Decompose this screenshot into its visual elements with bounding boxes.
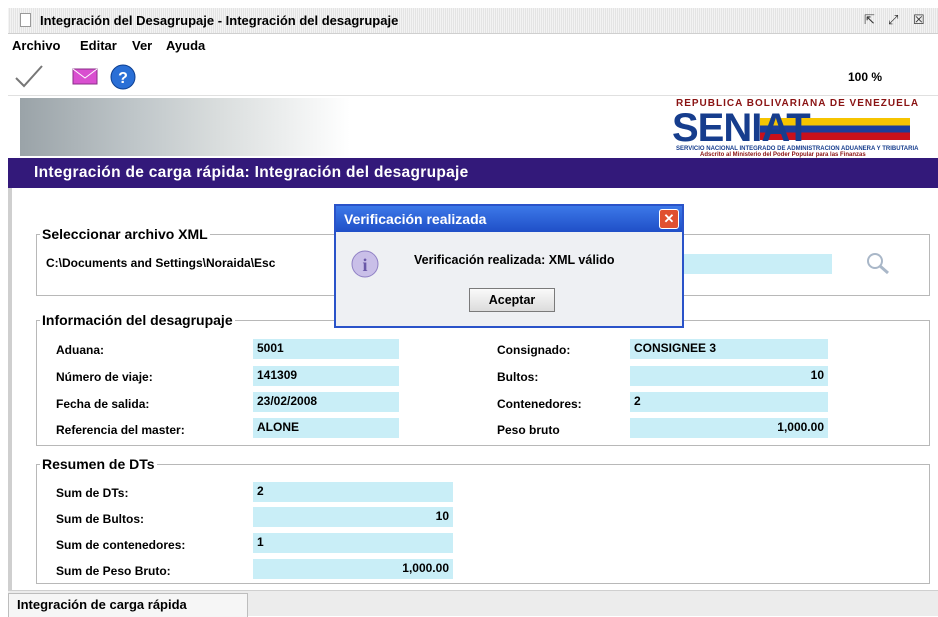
restore-icon[interactable]: ⇱	[864, 12, 875, 28]
seniat-logo: SENIAT	[672, 106, 811, 150]
viaje-field[interactable]: 141309	[253, 366, 399, 386]
ref-label: Referencia del master:	[56, 423, 185, 437]
fecha-label: Fecha de salida:	[56, 397, 150, 411]
window-title: Integración del Desagrupaje - Integració…	[40, 13, 399, 28]
customs-photo	[20, 98, 350, 156]
window-titlebar: Integración del Desagrupaje - Integració…	[8, 8, 938, 34]
sum-cont-field[interactable]: 1	[253, 533, 453, 553]
banner: REPUBLICA BOLIVARIANA DE VENEZUELA SENIA…	[8, 96, 938, 158]
search-icon[interactable]	[864, 250, 892, 279]
maximize-icon[interactable]: ⤢	[888, 12, 898, 28]
close-window-icon[interactable]: ☒	[913, 12, 925, 28]
menu-ayuda[interactable]: Ayuda	[166, 38, 205, 53]
fecha-field[interactable]: 23/02/2008	[253, 392, 399, 412]
xml-path-input[interactable]: C:\Documents and Settings\Noraida\Esc	[42, 254, 332, 274]
help-icon[interactable]: ?	[108, 64, 138, 93]
aceptar-button[interactable]: Aceptar	[469, 288, 555, 312]
sum-peso-field[interactable]: 1,000.00	[253, 559, 453, 579]
consignado-field[interactable]: CONSIGNEE 3	[630, 339, 828, 359]
dialog-close-button[interactable]: ✕	[659, 209, 679, 229]
page-header: Integración de carga rápida: Integración…	[8, 158, 938, 188]
xml-path-input-end[interactable]	[684, 254, 832, 274]
check-icon[interactable]	[14, 64, 44, 91]
status-bar: Integración de carga rápida	[8, 590, 938, 617]
consignado-label: Consignado:	[497, 343, 571, 357]
aduana-label: Aduana:	[56, 343, 104, 357]
aduana-field[interactable]: 5001	[253, 339, 399, 359]
tab-carga-rapida[interactable]: Integración de carga rápida	[8, 593, 248, 617]
contenedores-label: Contenedores:	[497, 397, 582, 411]
xml-path-text: C:\Documents and Settings\Noraida\Esc	[46, 256, 276, 270]
dialog-title: Verificación realizada	[344, 211, 487, 227]
sum-cont-label: Sum de contenedores:	[56, 538, 186, 552]
contenedores-field[interactable]: 2	[630, 392, 828, 412]
document-icon	[20, 13, 31, 27]
peso-label: Peso bruto	[497, 423, 560, 437]
toolbar: ? 100 %	[8, 56, 938, 96]
verification-dialog: Verificación realizada ✕ i Verificación …	[334, 204, 684, 328]
info-legend: Información del desagrupaje	[42, 312, 233, 328]
menu-ver[interactable]: Ver	[132, 38, 152, 53]
bultos-label: Bultos:	[497, 370, 539, 384]
sum-dts-label: Sum de DTs:	[56, 486, 129, 500]
sum-bultos-label: Sum de Bultos:	[56, 512, 145, 526]
left-border	[8, 188, 12, 590]
mail-icon[interactable]	[70, 64, 100, 91]
viaje-label: Número de viaje:	[56, 370, 153, 384]
bultos-field[interactable]: 10	[630, 366, 828, 386]
ref-field[interactable]: ALONE	[253, 418, 399, 438]
svg-text:i: i	[362, 255, 367, 275]
menu-editar[interactable]: Editar	[80, 38, 117, 53]
xml-legend: Seleccionar archivo XML	[42, 226, 208, 242]
sum-dts-field[interactable]: 2	[253, 482, 453, 502]
dialog-message: Verificación realizada: XML válido	[414, 253, 615, 267]
menu-archivo[interactable]: Archivo	[12, 38, 60, 53]
zoom-level: 100 %	[847, 70, 882, 84]
sum-bultos-field[interactable]: 10	[253, 507, 453, 527]
svg-text:?: ?	[118, 70, 128, 87]
info-icon: i	[350, 248, 380, 283]
dialog-titlebar: Verificación realizada	[336, 206, 682, 232]
sum-peso-label: Sum de Peso Bruto:	[56, 564, 171, 578]
menu-bar: Archivo Editar Ver Ayuda	[8, 34, 938, 56]
resumen-legend: Resumen de DTs	[42, 456, 155, 472]
peso-field[interactable]: 1,000.00	[630, 418, 828, 438]
page-title: Integración de carga rápida: Integración…	[34, 164, 469, 181]
